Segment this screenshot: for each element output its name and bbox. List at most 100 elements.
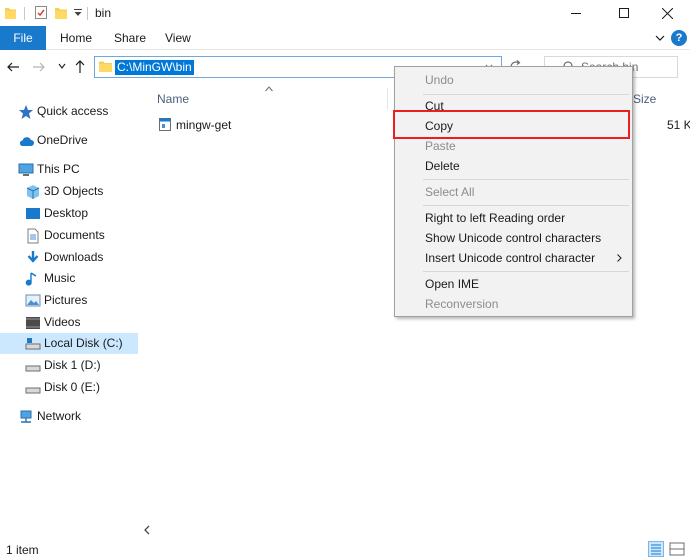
nav-item-label: Disk 0 (E:) <box>44 380 101 394</box>
menu-item-insert-unicode[interactable]: Insert Unicode control character <box>396 248 632 268</box>
maximize-button[interactable] <box>601 0 647 26</box>
nav-item-onedrive[interactable]: OneDrive <box>0 130 138 151</box>
tab-share[interactable]: Share <box>114 26 146 50</box>
window-title: bin <box>95 6 112 20</box>
large-icons-view-icon <box>669 542 685 556</box>
item-count: 1 item <box>6 543 39 557</box>
video-icon <box>26 317 40 329</box>
cube-icon <box>26 185 40 199</box>
nav-item-label: 3D Objects <box>44 184 104 198</box>
scroll-left-icon[interactable] <box>142 525 152 535</box>
nav-item-music[interactable]: Music <box>0 268 138 289</box>
nav-item-network[interactable]: Network <box>0 406 138 427</box>
new-folder-icon[interactable] <box>55 7 67 19</box>
quick-access-divider <box>24 7 25 20</box>
close-button[interactable] <box>644 0 690 26</box>
menu-item-label: Insert Unicode control character <box>425 251 596 265</box>
tab-home[interactable]: Home <box>60 26 92 50</box>
menu-item-paste[interactable]: Paste <box>396 136 632 156</box>
drive-icon <box>25 338 41 350</box>
minimize-button[interactable] <box>553 0 599 26</box>
nav-item-label: Downloads <box>44 250 104 264</box>
nav-item-desktop[interactable]: Desktop <box>0 203 138 224</box>
menu-separator <box>423 271 629 272</box>
minimize-icon <box>571 13 581 14</box>
application-icon <box>159 118 171 131</box>
horizontal-scrollbar[interactable] <box>140 522 690 539</box>
customize-toolbar-icon[interactable] <box>73 8 83 18</box>
music-icon <box>25 272 37 286</box>
nav-item-downloads[interactable]: Downloads <box>0 247 138 268</box>
menu-item-show-unicode[interactable]: Show Unicode control characters <box>396 228 632 248</box>
nav-item-label: Desktop <box>44 206 89 220</box>
submenu-arrow-icon <box>617 254 622 262</box>
tab-file[interactable]: File <box>0 26 46 50</box>
star-icon <box>19 105 33 119</box>
computer-icon <box>18 163 34 176</box>
menu-item-reconversion[interactable]: Reconversion <box>396 294 632 314</box>
folder-icon <box>5 8 16 19</box>
nav-item-label: Documents <box>44 228 105 242</box>
network-icon <box>20 410 32 423</box>
maximize-icon <box>619 8 629 18</box>
menu-item-label: Open IME <box>425 277 480 291</box>
column-header-name[interactable]: Name <box>157 92 189 106</box>
nav-item-pictures[interactable]: Pictures <box>0 290 138 311</box>
menu-item-open-ime[interactable]: Open IME <box>396 274 632 294</box>
menu-item-label: Undo <box>425 73 454 87</box>
column-divider[interactable] <box>387 88 388 110</box>
menu-item-label: Paste <box>425 139 456 153</box>
picture-icon <box>25 294 41 307</box>
folder-icon <box>99 61 112 72</box>
drive-icon <box>25 365 41 372</box>
context-menu: Undo Cut Copy Paste Delete Select All Ri… <box>394 66 633 317</box>
menu-item-label: Delete <box>425 159 460 173</box>
nav-item-3d-objects[interactable]: 3D Objects <box>0 181 138 202</box>
forward-arrow-icon[interactable] <box>32 60 46 74</box>
nav-item-this-pc[interactable]: This PC <box>0 159 138 180</box>
up-arrow-icon[interactable] <box>73 59 87 74</box>
menu-item-select-all[interactable]: Select All <box>396 182 632 202</box>
status-bar: 1 item <box>0 539 690 560</box>
tab-view[interactable]: View <box>165 26 191 50</box>
file-name: mingw-get <box>176 118 232 132</box>
document-icon <box>27 228 39 244</box>
drive-icon <box>25 387 41 394</box>
properties-icon[interactable] <box>35 6 47 19</box>
copy-highlight-box <box>393 110 630 139</box>
address-path[interactable]: C:\MinGW\bin <box>115 60 194 75</box>
nav-item-local-disk-c[interactable]: Local Disk (C:) <box>0 333 138 354</box>
menu-item-right-to-left[interactable]: Right to left Reading order <box>396 208 632 228</box>
nav-item-documents[interactable]: Documents <box>0 225 138 246</box>
menu-separator <box>423 205 629 206</box>
nav-item-label: Videos <box>44 315 81 329</box>
menu-separator <box>423 94 629 95</box>
cloud-icon <box>19 137 34 146</box>
column-header-size[interactable]: Size <box>633 92 656 106</box>
menu-item-undo[interactable]: Undo <box>396 70 632 90</box>
menu-item-label: Show Unicode control characters <box>425 231 602 245</box>
large-icons-view-button[interactable] <box>669 541 685 557</box>
menu-item-label: Reconversion <box>425 297 499 311</box>
back-arrow-icon[interactable] <box>6 60 20 74</box>
ribbon: File Home Share View ? <box>0 26 690 50</box>
menu-separator <box>423 179 629 180</box>
help-icon[interactable]: ? <box>671 30 687 46</box>
nav-item-videos[interactable]: Videos <box>0 312 138 333</box>
details-view-button[interactable] <box>648 541 664 557</box>
menu-item-label: Select All <box>425 185 475 199</box>
desktop-icon <box>26 208 40 219</box>
nav-item-label: Network <box>37 409 82 423</box>
nav-item-disk-0-e[interactable]: Disk 0 (E:) <box>0 377 138 398</box>
title-bar: bin <box>0 0 690 26</box>
sort-ascending-icon <box>265 86 273 92</box>
nav-item-disk-1-d[interactable]: Disk 1 (D:) <box>0 355 138 376</box>
recent-locations-icon[interactable] <box>58 62 66 70</box>
expand-ribbon-icon[interactable] <box>654 32 666 44</box>
nav-item-quick-access[interactable]: Quick access <box>0 101 138 122</box>
close-icon <box>661 7 673 19</box>
file-size: 51 KB <box>667 118 690 132</box>
menu-item-delete[interactable]: Delete <box>396 156 632 176</box>
nav-item-label: Disk 1 (D:) <box>44 358 101 372</box>
nav-item-label: OneDrive <box>37 133 88 147</box>
